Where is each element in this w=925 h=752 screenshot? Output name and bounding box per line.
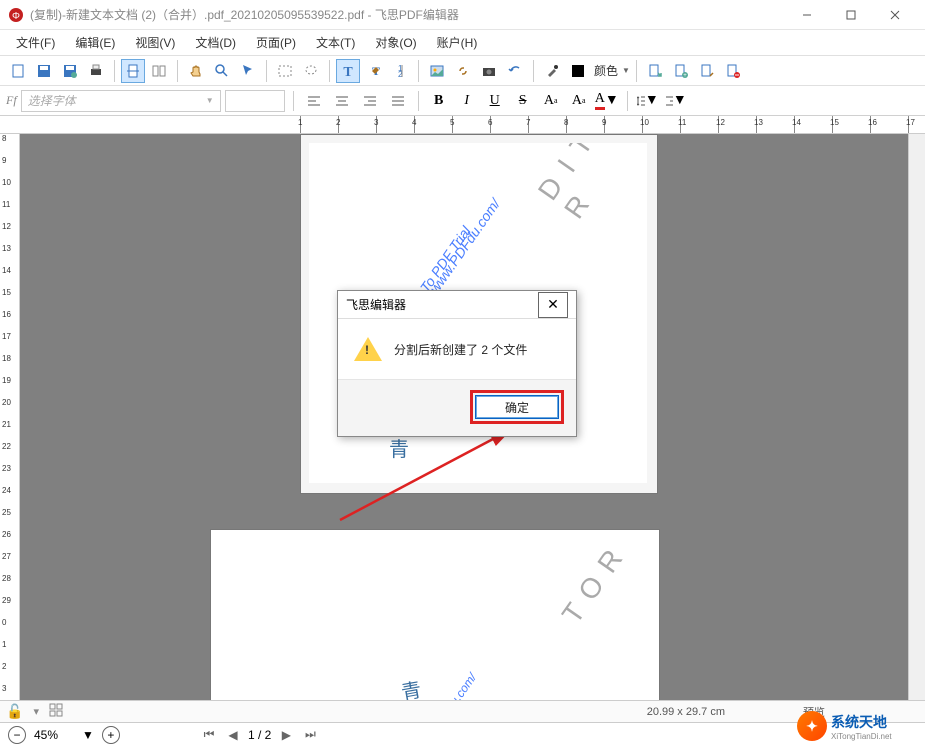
title-bar: Φ (复制)-新建文本文档 (2)（合并）.pdf_20210205095539…	[0, 0, 925, 30]
close-button[interactable]	[873, 0, 917, 30]
page-extract-icon[interactable]	[695, 59, 719, 83]
status-bar: 🔓 ▾ 20.99 x 29.7 cm 预览	[0, 700, 925, 722]
next-page-button[interactable]: ▶	[277, 728, 295, 742]
spread-mode-icon[interactable]	[147, 59, 171, 83]
app-icon: Φ	[8, 7, 24, 23]
save-as-icon[interactable]	[58, 59, 82, 83]
rect-select-icon[interactable]	[273, 59, 297, 83]
select-icon[interactable]	[236, 59, 260, 83]
zoom-out-button[interactable]: −	[8, 726, 26, 744]
vertical-scrollbar[interactable]	[908, 134, 925, 700]
main-toolbar: T T 12 颜色 ▼ +	[0, 56, 925, 86]
vertical-text-icon[interactable]: 12	[388, 59, 412, 83]
window-title: (复制)-新建文本文档 (2)（合并）.pdf_2021020509553952…	[30, 6, 785, 23]
font-size-select[interactable]	[225, 90, 285, 112]
grid-icon[interactable]	[49, 703, 63, 720]
page-mode-icon[interactable]	[121, 59, 145, 83]
logo-subtext: XiTongTianDi.net	[831, 732, 892, 741]
menu-view[interactable]: 视图(V)	[127, 31, 183, 54]
maximize-button[interactable]	[829, 0, 873, 30]
menu-edit[interactable]: 编辑(E)	[67, 31, 123, 54]
link-tool-icon[interactable]	[451, 59, 475, 83]
svg-text:Φ: Φ	[12, 11, 20, 22]
strikethrough-icon[interactable]: S	[511, 90, 535, 112]
site-logo: ✦ 系统天地 XiTongTianDi.net	[797, 708, 917, 744]
menu-text[interactable]: 文本(T)	[308, 31, 363, 54]
ok-button-highlight: 确定	[470, 390, 564, 424]
bold-icon[interactable]: B	[427, 90, 451, 112]
print-icon[interactable]	[84, 59, 108, 83]
text-edit-icon[interactable]: T	[362, 59, 386, 83]
zoom-in-button[interactable]: +	[102, 726, 120, 744]
page-dimensions: 20.99 x 29.7 cm	[647, 706, 725, 718]
status-sep: ▾	[33, 705, 39, 718]
ok-button[interactable]: 确定	[475, 395, 559, 419]
align-center-icon[interactable]	[330, 90, 354, 112]
image-tool-icon[interactable]	[425, 59, 449, 83]
font-select[interactable]: 选择字体▼	[21, 90, 221, 112]
logo-text: 系统天地	[831, 714, 887, 730]
line-spacing-icon[interactable]: ▼	[636, 90, 660, 112]
font-family-icon: Ff	[6, 93, 17, 108]
underline-icon[interactable]: U	[483, 90, 507, 112]
subscript-icon[interactable]: Aa	[567, 90, 591, 112]
eyedropper-icon[interactable]	[540, 59, 564, 83]
watermark-editor-2: T O R	[556, 542, 630, 629]
watermark-char-2: 青	[399, 673, 424, 700]
menu-page[interactable]: 页面(P)	[248, 31, 304, 54]
lock-icon[interactable]: 🔓	[6, 703, 23, 720]
zoom-icon[interactable]	[210, 59, 234, 83]
zoom-value[interactable]: 45%	[34, 728, 74, 742]
superscript-icon[interactable]: Aa	[539, 90, 563, 112]
align-left-icon[interactable]	[302, 90, 326, 112]
page-delete-icon[interactable]	[721, 59, 745, 83]
new-icon[interactable]	[6, 59, 30, 83]
menu-file[interactable]: 文件(F)	[8, 31, 63, 54]
align-justify-icon[interactable]	[386, 90, 410, 112]
prev-page-button[interactable]: ◀	[224, 728, 242, 742]
undo-icon[interactable]	[503, 59, 527, 83]
hand-icon[interactable]	[184, 59, 208, 83]
text-tool-icon[interactable]: T	[336, 59, 360, 83]
camera-icon[interactable]	[477, 59, 501, 83]
alert-dialog: 飞思编辑器 ✕ 分割后新创建了 2 个文件 确定	[337, 290, 577, 437]
page-navigation: ⏮ ◀ 1 / 2 ▶ ⏭	[200, 727, 319, 742]
watermark-char: 青	[389, 433, 409, 462]
menu-document[interactable]: 文档(D)	[187, 31, 244, 54]
last-page-button[interactable]: ⏭	[301, 727, 319, 742]
menu-bar: 文件(F) 编辑(E) 视图(V) 文档(D) 页面(P) 文本(T) 对象(O…	[0, 30, 925, 56]
italic-icon[interactable]: I	[455, 90, 479, 112]
minimize-button[interactable]	[785, 0, 829, 30]
color-dropdown-icon[interactable]: ▼	[622, 66, 630, 75]
svg-text:+: +	[683, 73, 687, 79]
warning-icon	[354, 337, 382, 361]
text-color-icon[interactable]: A▼	[595, 90, 619, 112]
watermark-url-2: PDFdu.com/	[429, 671, 479, 700]
color-swatch-icon[interactable]	[566, 59, 590, 83]
dialog-titlebar: 飞思编辑器 ✕	[338, 291, 576, 319]
bottom-bar: − 45% ▼ + ⏮ ◀ 1 / 2 ▶ ⏭	[0, 722, 925, 746]
page-2: T O R PDFdu.com/ DF Trial 青	[210, 529, 660, 700]
menu-account[interactable]: 账户(H)	[429, 31, 486, 54]
format-toolbar: Ff 选择字体▼ B I U S Aa Aa A▼ ▼ ▼	[0, 86, 925, 116]
page-indicator[interactable]: 1 / 2	[248, 728, 271, 742]
dialog-message: 分割后新创建了 2 个文件	[394, 341, 527, 358]
horizontal-ruler: 1234567891011121314151617181920	[0, 116, 925, 134]
zoom-dropdown-icon[interactable]: ▼	[82, 728, 94, 742]
align-right-icon[interactable]	[358, 90, 382, 112]
page-add-icon[interactable]: +	[669, 59, 693, 83]
logo-badge-icon: ✦	[797, 711, 827, 741]
first-page-button[interactable]: ⏮	[200, 727, 218, 742]
vertical-ruler: 8910111213141516171819202122232425262728…	[0, 134, 20, 700]
svg-text:T: T	[343, 65, 353, 79]
dialog-close-button[interactable]: ✕	[538, 292, 568, 318]
color-label: 颜色	[592, 62, 620, 79]
menu-object[interactable]: 对象(O)	[367, 31, 424, 54]
page-insert-icon[interactable]	[643, 59, 667, 83]
watermark-editor: D I T O R	[532, 143, 647, 225]
dialog-title-text: 飞思编辑器	[346, 296, 538, 313]
indent-icon[interactable]: ▼	[664, 90, 688, 112]
save-icon[interactable]	[32, 59, 56, 83]
lasso-icon[interactable]	[299, 59, 323, 83]
